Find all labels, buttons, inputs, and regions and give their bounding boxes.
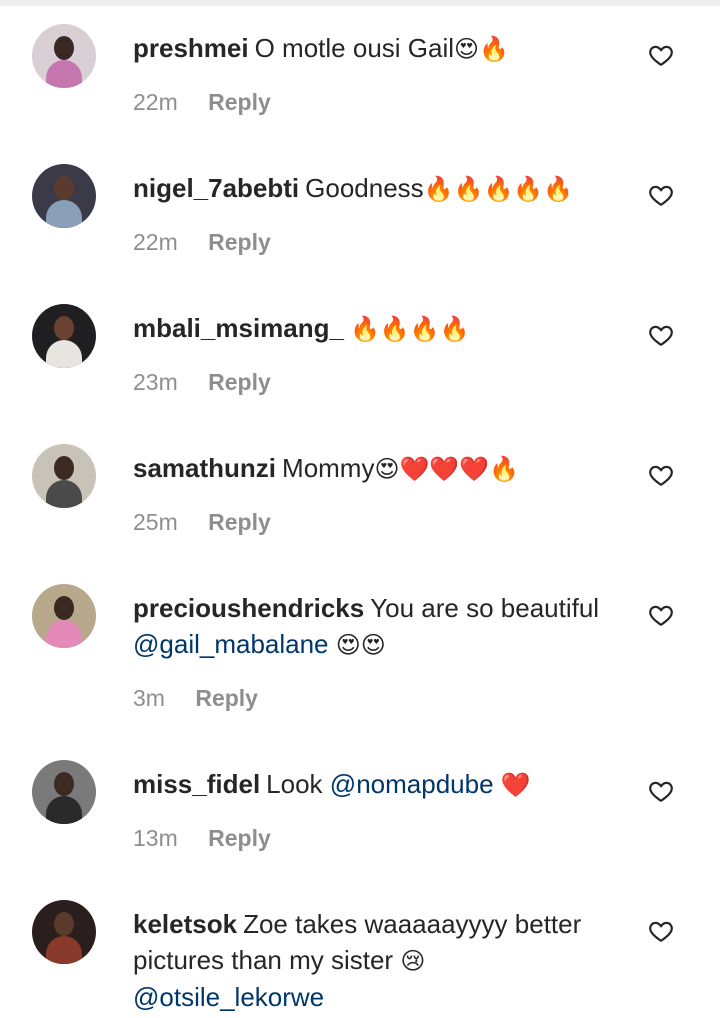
comment-text: miss_fidel Look @nomapdube ❤️ (133, 766, 623, 803)
comment-username[interactable]: miss_fidel (133, 769, 260, 799)
comment-username[interactable]: keletsok (133, 909, 237, 939)
comment-emojis: 🔥🔥🔥🔥 (349, 315, 470, 343)
comment-meta: 3m Reply (133, 685, 623, 712)
reply-button[interactable]: Reply (208, 229, 271, 255)
comment-time: 22m (133, 229, 178, 255)
comment-time: 3m (133, 685, 165, 711)
reply-button[interactable]: Reply (208, 509, 271, 535)
heart-outline-icon[interactable] (648, 778, 674, 804)
comment-username[interactable]: precioushendricks (133, 593, 364, 623)
comment-username[interactable]: mbali_msimang_ (133, 313, 344, 343)
comment-time: 23m (133, 369, 178, 395)
comment-meta: 25m Reply (133, 509, 623, 536)
heart-outline-icon[interactable] (648, 42, 674, 68)
comment-emojis: 😢 (400, 947, 426, 975)
reply-button[interactable]: Reply (208, 369, 271, 395)
avatar[interactable] (32, 900, 96, 964)
comment-text: keletsok Zoe takes waaaaayyyy better pict… (133, 906, 623, 1015)
reply-button[interactable]: Reply (208, 825, 271, 851)
avatar[interactable] (32, 304, 96, 368)
comment-body: O motle ousi Gail (254, 33, 455, 63)
comment-meta: 23m Reply (133, 369, 623, 396)
heart-outline-icon[interactable] (648, 322, 674, 348)
avatar[interactable] (32, 164, 96, 228)
comment-emojis: 😍🔥 (454, 35, 509, 63)
avatar[interactable] (32, 584, 96, 648)
comment-meta: 13m Reply (133, 825, 623, 852)
comment-text: preshmei O motle ousi Gail😍🔥 (133, 30, 623, 67)
heart-outline-icon[interactable] (648, 462, 674, 488)
comment-emojis: 😍😍 (335, 631, 386, 659)
comment-body: You are so beautiful (370, 593, 600, 623)
comment-text: samathunzi Mommy😍❤️❤️❤️🔥 (133, 450, 623, 487)
avatar[interactable] (32, 444, 96, 508)
heart-outline-icon[interactable] (648, 182, 674, 208)
heart-outline-icon[interactable] (648, 918, 674, 944)
mention-link[interactable]: @gail_mabalane (133, 629, 329, 659)
comment-emojis: 😍❤️❤️❤️🔥 (374, 455, 520, 483)
avatar[interactable] (32, 760, 96, 824)
comment-emojis: ❤️ (500, 771, 531, 799)
avatar[interactable] (32, 24, 96, 88)
heart-outline-icon[interactable] (648, 602, 674, 628)
reply-button[interactable]: Reply (208, 89, 271, 115)
comment-username[interactable]: preshmei (133, 33, 249, 63)
comment-time: 13m (133, 825, 178, 851)
reply-button[interactable]: Reply (195, 685, 258, 711)
comment-time: 22m (133, 89, 178, 115)
comment-text: mbali_msimang_ 🔥🔥🔥🔥 (133, 310, 623, 347)
comment-body: Mommy (282, 453, 375, 483)
comment-time: 25m (133, 509, 178, 535)
comment-text: nigel_7abebti Goodness🔥🔥🔥🔥🔥 (133, 170, 623, 207)
comment-username[interactable]: nigel_7abebti (133, 173, 299, 203)
comment-meta: 22m Reply (133, 89, 623, 116)
comment-body: Goodness (305, 173, 424, 203)
comment-username[interactable]: samathunzi (133, 453, 276, 483)
mention-link[interactable]: @otsile_lekorwe (133, 982, 324, 1012)
comment-emojis: 🔥🔥🔥🔥🔥 (423, 175, 574, 203)
comment-meta: 22m Reply (133, 229, 623, 256)
comment-body: Look (266, 769, 323, 799)
comment-text: precioushendricks You are so beautiful @g… (133, 590, 623, 663)
top-divider (0, 0, 720, 6)
mention-link[interactable]: @nomapdube (330, 769, 494, 799)
